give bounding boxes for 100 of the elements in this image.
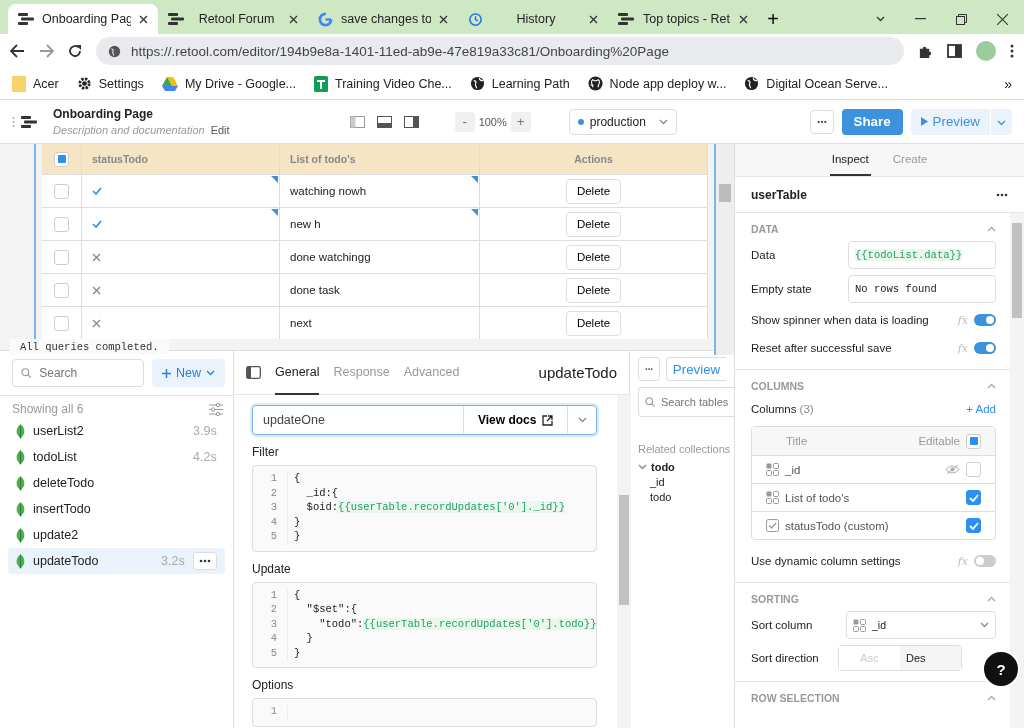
drag-handle-icon[interactable] — [12, 115, 15, 128]
preview-menu-button[interactable] — [990, 108, 1012, 135]
row-checkbox[interactable] — [54, 216, 69, 232]
eye-slash-icon[interactable] — [945, 464, 960, 475]
code-editor[interactable]: 1 — [252, 698, 598, 727]
new-button[interactable]: New — [152, 359, 225, 387]
tree-item[interactable]: _id — [638, 476, 734, 488]
action-select[interactable]: updateOne View docs — [252, 405, 598, 435]
query-item[interactable]: todoList 4.2s — [8, 444, 225, 470]
column-row[interactable]: statusTodo (custom) — [752, 511, 995, 539]
side-panel-icon[interactable] — [947, 44, 962, 58]
row-checkbox[interactable] — [54, 315, 69, 331]
text-field[interactable]: No rows found — [848, 275, 996, 303]
browser-tab[interactable]: Top topics - Ret — [608, 4, 758, 34]
todo-cell[interactable]: next — [280, 306, 480, 339]
sort-direction-option[interactable]: Des — [900, 646, 961, 670]
close-icon[interactable] — [139, 14, 148, 24]
sidebar-toggle-icon[interactable] — [246, 366, 261, 379]
status-cell[interactable] — [82, 174, 280, 207]
close-icon[interactable] — [289, 14, 298, 24]
zoom-in-button[interactable]: + — [510, 111, 531, 132]
help-button[interactable]: ? — [982, 650, 1020, 688]
column-row[interactable]: List of todo's — [752, 483, 995, 511]
edit-link[interactable]: Edit — [210, 124, 230, 136]
bookmark-link[interactable]: Acer — [33, 76, 59, 91]
browser-tab[interactable]: History — [458, 4, 608, 34]
kebab-menu-icon[interactable] — [1010, 44, 1014, 58]
todo-cell[interactable]: watching nowh — [280, 174, 480, 207]
code-editor[interactable]: 1 { 2 "$set":{ 3 "todo":{{userTable.recordUpdates['0'].todo}} 4 } 5 } — [252, 581, 598, 668]
select-all-checkbox[interactable] — [54, 151, 69, 167]
editable-checkbox[interactable] — [966, 518, 981, 533]
status-cell[interactable] — [82, 207, 280, 240]
right-panel-icon[interactable] — [403, 115, 419, 128]
todo-cell[interactable]: new h — [280, 207, 480, 240]
filter-sliders-icon[interactable] — [209, 402, 223, 416]
bookmark-link[interactable]: Settings — [98, 76, 144, 91]
view-docs-button[interactable]: View docs — [462, 406, 569, 434]
todo-cell[interactable]: done watchingg — [280, 240, 480, 273]
environment-select[interactable]: production — [568, 108, 677, 135]
editor-tab[interactable]: General — [275, 350, 320, 395]
search-input[interactable]: Search tables — [659, 395, 734, 409]
editable-checkbox[interactable] — [966, 490, 981, 505]
tree-item[interactable]: todo — [638, 491, 734, 503]
more-button[interactable] — [193, 552, 217, 570]
bookmark-link[interactable]: Learning Path — [491, 76, 570, 91]
toggle-switch[interactable] — [974, 342, 996, 354]
query-item[interactable]: userList2 3.9s — [8, 418, 225, 444]
editable-all-checkbox[interactable] — [966, 433, 981, 449]
forward-arrow-icon[interactable] — [39, 44, 54, 58]
bottom-panel-icon[interactable] — [376, 115, 392, 128]
scrollbar[interactable] — [1010, 213, 1024, 728]
avatar-circle[interactable] — [976, 41, 996, 61]
add-column-link[interactable]: + Add — [966, 403, 996, 415]
sort-column-select[interactable]: _id — [846, 611, 996, 639]
tree-item[interactable]: todo — [638, 461, 734, 473]
restore-icon[interactable] — [956, 13, 967, 25]
bookmark-link[interactable]: Node app deploy w... — [609, 76, 727, 91]
delete-button[interactable]: Delete — [565, 310, 622, 336]
browser-tab[interactable]: Retool Forum — [158, 4, 308, 34]
search-field[interactable]: Search — [12, 359, 144, 387]
scrollbar[interactable] — [716, 144, 734, 355]
delete-button[interactable]: Delete — [565, 244, 622, 270]
close-icon[interactable] — [997, 13, 1008, 25]
row-checkbox[interactable] — [54, 183, 69, 199]
status-cell[interactable] — [82, 273, 280, 306]
delete-button[interactable]: Delete — [565, 277, 622, 303]
query-item[interactable]: updateTodo 3.2s — [8, 548, 225, 574]
close-icon[interactable] — [739, 14, 748, 24]
query-item[interactable]: deleteTodo — [8, 470, 225, 496]
query-item[interactable]: insertTodo — [8, 496, 225, 522]
inspector-tab[interactable]: Inspect — [829, 144, 871, 176]
reload-icon[interactable] — [68, 44, 82, 58]
more-bookmarks-button[interactable]: » — [1004, 75, 1012, 92]
address-bar[interactable]: https://.retool.com/editor/194b9e8a-1401-11ed-ab9e-47e819a33c81/Onboarding%20Page — [96, 37, 904, 65]
bookmark-link[interactable]: My Drive - Google... — [184, 76, 296, 91]
column-row[interactable]: _id — [752, 455, 995, 483]
bookmark-link[interactable]: Digital Ocean Serve... — [766, 76, 888, 91]
search-field[interactable]: Search tables — [638, 387, 734, 417]
back-arrow-icon[interactable] — [10, 44, 25, 58]
code-editor[interactable]: 1 { 2 _id:{ 3 $oid:{{userTable.recordUpdates['0']._id}} 4 } 5 } — [252, 465, 598, 552]
new-tab-button[interactable]: + — [758, 4, 788, 34]
scrollbar[interactable] — [617, 395, 632, 728]
delete-button[interactable]: Delete — [565, 178, 622, 204]
close-icon[interactable] — [589, 14, 598, 24]
bookmark-link[interactable]: Training Video Che... — [335, 76, 452, 91]
zoom-out-button[interactable]: - — [454, 111, 475, 132]
delete-button[interactable]: Delete — [565, 211, 622, 237]
toggle-switch[interactable] — [974, 555, 996, 567]
close-icon[interactable] — [439, 14, 448, 24]
browser-tab[interactable]: save changes to — [308, 4, 458, 34]
left-panel-icon[interactable] — [349, 115, 365, 128]
row-checkbox[interactable] — [54, 282, 69, 298]
todo-cell[interactable]: done task — [280, 273, 480, 306]
search-input[interactable]: Search — [37, 365, 135, 381]
query-item[interactable]: update2 — [8, 522, 225, 548]
minimize-icon[interactable] — [915, 18, 926, 20]
row-checkbox[interactable] — [54, 249, 69, 265]
editable-checkbox[interactable] — [966, 462, 981, 477]
status-cell[interactable] — [82, 240, 280, 273]
toggle-switch[interactable] — [974, 314, 996, 326]
